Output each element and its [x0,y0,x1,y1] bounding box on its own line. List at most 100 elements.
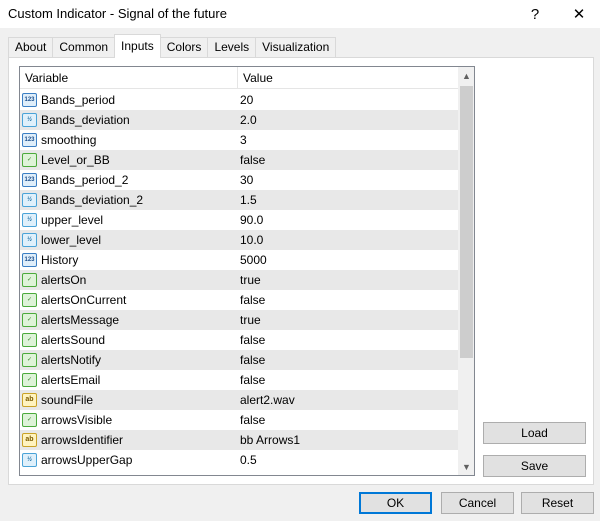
variable-cell: ✓ alertsOnCurrent [20,290,238,310]
double-icon: ½ [22,193,37,207]
double-icon: ½ [22,233,37,247]
value-cell[interactable]: true [240,270,458,290]
value-cell[interactable]: alert2.wav [240,390,458,410]
value-cell[interactable]: 90.0 [240,210,458,230]
variable-name: alertsOnCurrent [41,293,127,307]
vertical-scrollbar[interactable]: ▲ ▼ [458,67,474,475]
value-cell[interactable]: false [240,410,458,430]
variable-cell: ½ arrowsUpperGap [20,450,238,470]
close-button[interactable]: ✕ [556,0,600,28]
tab-visualization[interactable]: Visualization [255,37,337,58]
variable-cell: 123 smoothing [20,130,238,150]
bool-icon: ✓ [22,153,37,167]
value-cell[interactable]: 2.0 [240,110,458,130]
variable-cell: ½ upper_level [20,210,238,230]
variable-name: lower_level [41,233,102,247]
variable-name: smoothing [41,133,97,147]
double-icon: ½ [22,213,37,227]
bool-icon: ✓ [22,333,37,347]
table-header: Variable Value [20,67,458,89]
bool-icon: ✓ [22,413,37,427]
column-header-value[interactable]: Value [238,67,458,89]
variable-cell: ✓ alertsEmail [20,370,238,390]
table-row[interactable]: ✓ alertsEmail false [20,370,458,390]
value-cell[interactable]: false [240,150,458,170]
table-row[interactable]: ✓ Level_or_BB false [20,150,458,170]
scrollbar-thumb[interactable] [460,86,473,358]
value-cell[interactable]: false [240,330,458,350]
scroll-up-icon[interactable]: ▲ [458,67,474,84]
tab-common[interactable]: Common [52,37,116,58]
int-icon: 123 [22,173,37,187]
variable-name: Bands_period [41,93,116,107]
variable-cell: 123 History [20,250,238,270]
table-row[interactable]: ½ lower_level 10.0 [20,230,458,250]
value-cell[interactable]: false [240,290,458,310]
variable-cell: ½ lower_level [20,230,238,250]
variable-name: alertsMessage [41,313,120,327]
value-cell[interactable]: 0.5 [240,450,458,470]
variable-cell: ✓ alertsNotify [20,350,238,370]
table-row[interactable]: ✓ alertsOn true [20,270,458,290]
value-cell[interactable]: 5000 [240,250,458,270]
variable-cell: ½ Bands_deviation [20,110,238,130]
table-body: 123 Bands_period 20 ½ Bands_deviation 2.0 123 s… [20,90,458,470]
variable-name: upper_level [41,213,104,227]
tab-colors[interactable]: Colors [159,37,209,58]
variable-name: alertsEmail [41,373,101,387]
save-button[interactable]: Save [483,455,586,477]
table-row[interactable]: ab soundFile alert2.wav [20,390,458,410]
tab-levels[interactable]: Levels [207,37,257,58]
window-title: Custom Indicator - Signal of the future [8,6,227,21]
value-cell[interactable]: true [240,310,458,330]
variable-cell: ab soundFile [20,390,238,410]
value-cell[interactable]: bb Arrows1 [240,430,458,450]
value-cell[interactable]: 1.5 [240,190,458,210]
value-cell[interactable]: 20 [240,90,458,110]
int-icon: 123 [22,253,37,267]
table-row[interactable]: 123 smoothing 3 [20,130,458,150]
variable-name: Bands_deviation [41,113,130,127]
string-icon: ab [22,393,37,407]
table-row[interactable]: 123 Bands_period_2 30 [20,170,458,190]
value-cell[interactable]: 3 [240,130,458,150]
help-button[interactable]: ? [512,0,558,28]
load-button[interactable]: Load [483,422,586,444]
variable-cell: ✓ arrowsVisible [20,410,238,430]
table-row[interactable]: ½ Bands_deviation 2.0 [20,110,458,130]
table-row[interactable]: 123 History 5000 [20,250,458,270]
tab-about[interactable]: About [8,37,54,58]
bool-icon: ✓ [22,353,37,367]
cancel-button[interactable]: Cancel [441,492,514,514]
value-cell[interactable]: 30 [240,170,458,190]
int-icon: 123 [22,133,37,147]
help-icon: ? [530,5,540,23]
table-row[interactable]: ✓ arrowsVisible false [20,410,458,430]
ok-button[interactable]: OK [359,492,432,514]
column-header-variable[interactable]: Variable [20,67,238,89]
title-bar: Custom Indicator - Signal of the future … [0,0,600,28]
variable-name: alertsOn [41,273,87,287]
table-row[interactable]: ✓ alertsMessage true [20,310,458,330]
table-row[interactable]: ✓ alertsOnCurrent false [20,290,458,310]
variable-cell: ab arrowsIdentifier [20,430,238,450]
variable-cell: 123 Bands_period_2 [20,170,238,190]
variable-name: arrowsIdentifier [41,433,124,447]
table-row[interactable]: ½ Bands_deviation_2 1.5 [20,190,458,210]
variable-cell: ½ Bands_deviation_2 [20,190,238,210]
table-row[interactable]: ½ arrowsUpperGap 0.5 [20,450,458,470]
table-row[interactable]: ab arrowsIdentifier bb Arrows1 [20,430,458,450]
scroll-down-icon[interactable]: ▼ [458,458,474,475]
table-row[interactable]: ½ upper_level 90.0 [20,210,458,230]
bool-icon: ✓ [22,373,37,387]
table-row[interactable]: ✓ alertsSound false [20,330,458,350]
variable-cell: ✓ alertsSound [20,330,238,350]
value-cell[interactable]: 10.0 [240,230,458,250]
tab-inputs[interactable]: Inputs [114,34,161,58]
table-row[interactable]: 123 Bands_period 20 [20,90,458,110]
value-cell[interactable]: false [240,350,458,370]
value-cell[interactable]: false [240,370,458,390]
reset-button[interactable]: Reset [521,492,594,514]
table-row[interactable]: ✓ alertsNotify false [20,350,458,370]
variable-cell: ✓ Level_or_BB [20,150,238,170]
